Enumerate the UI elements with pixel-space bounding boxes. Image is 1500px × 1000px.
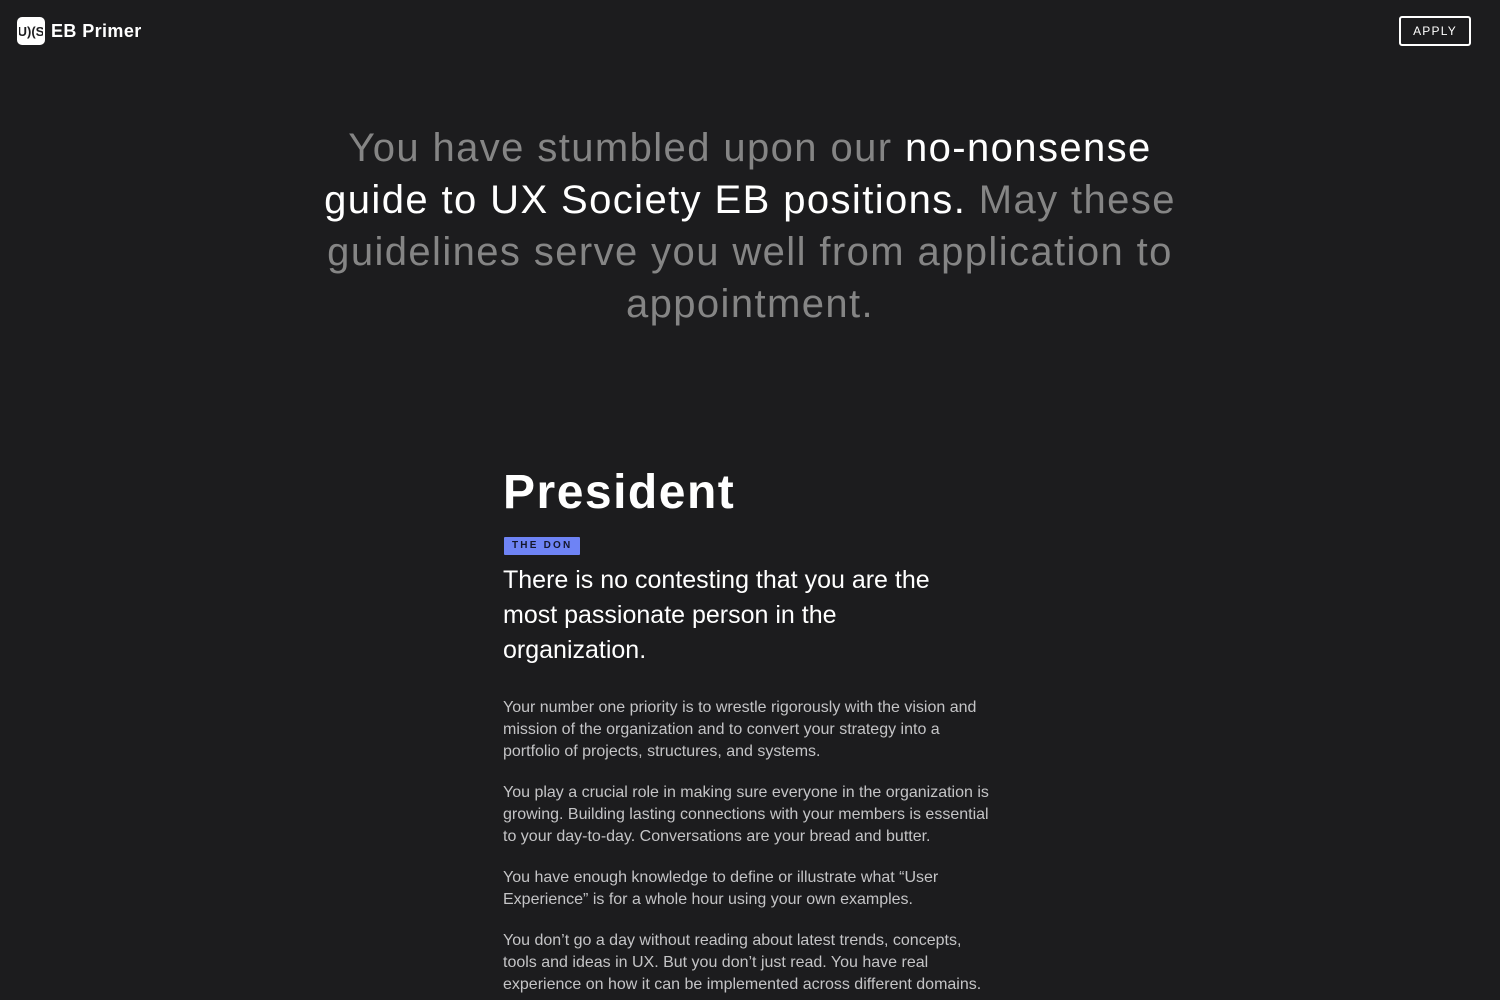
top-navigation-bar: U)(S EB Primer APPLY bbox=[0, 0, 1500, 62]
hero-text-part-1: You have stumbled upon our bbox=[348, 126, 905, 170]
role-description-paragraph: You play a crucial role in making sure e… bbox=[503, 784, 989, 845]
ux-society-logo-icon: U)(S bbox=[17, 17, 45, 45]
role-description-paragraph: You have enough knowledge to define or i… bbox=[503, 869, 939, 908]
home-logo-link[interactable]: U)(S EB Primer bbox=[17, 17, 142, 45]
svg-text:U)(S: U)(S bbox=[19, 24, 43, 39]
apply-button[interactable]: APPLY bbox=[1399, 16, 1471, 46]
hero-intro-heading: You have stumbled upon our no-nonsense g… bbox=[300, 122, 1200, 330]
role-nickname-badge: THE DON bbox=[504, 537, 581, 555]
role-lead-statement: There is no contesting that you are the … bbox=[503, 566, 930, 664]
role-description-paragraph: Your number one priority is to wrestle r… bbox=[503, 699, 977, 760]
role-title: President bbox=[503, 466, 736, 519]
site-title: EB Primer bbox=[51, 20, 142, 41]
role-description-paragraph: You don’t go a day without reading about… bbox=[503, 932, 982, 993]
role-section-president: President THE DON There is no contesting… bbox=[503, 460, 1003, 996]
